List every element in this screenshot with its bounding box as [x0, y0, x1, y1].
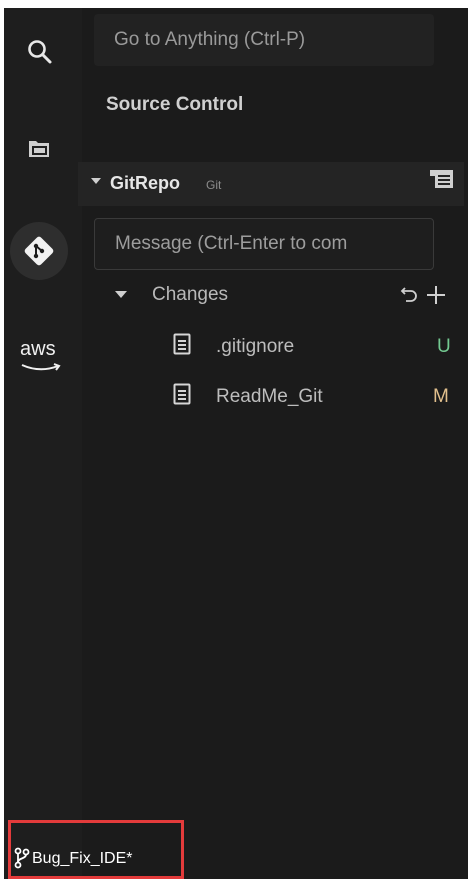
git-diamond-icon	[24, 236, 54, 266]
aws-icon[interactable]: aws	[20, 338, 64, 374]
collapse-caret-icon[interactable]	[90, 175, 102, 187]
changes-label[interactable]: Changes	[152, 284, 228, 306]
source-control-panel	[82, 8, 468, 879]
file-icon	[173, 333, 191, 355]
file-status-untracked: U	[437, 336, 451, 357]
file-status-modified: M	[433, 386, 449, 407]
changes-caret-icon[interactable]	[114, 288, 128, 300]
repo-tag: Git	[206, 178, 222, 192]
file-name[interactable]: ReadMe_Git	[216, 386, 323, 408]
file-name[interactable]: .gitignore	[216, 336, 294, 358]
branch-name[interactable]: Bug_Fix_IDE*	[32, 850, 133, 868]
repo-name: GitRepo	[110, 173, 180, 193]
stage-all-plus-icon[interactable]	[425, 284, 447, 306]
aws-label: aws	[20, 338, 56, 360]
panel-title: Source Control	[106, 94, 244, 115]
commit-message-input[interactable]: Message (Ctrl-Enter to com	[94, 218, 434, 270]
discard-changes-icon[interactable]	[398, 285, 420, 307]
explorer-folder-icon[interactable]	[24, 136, 54, 162]
source-control-tab[interactable]	[10, 222, 68, 280]
aws-smile-icon	[21, 363, 61, 371]
go-to-anything-input[interactable]: Go to Anything (Ctrl-P)	[94, 14, 434, 66]
repo-menu-icon[interactable]	[428, 168, 456, 190]
git-branch-icon[interactable]	[14, 847, 30, 869]
file-icon	[173, 383, 191, 405]
search-icon[interactable]	[24, 36, 56, 68]
ide-window	[4, 8, 468, 879]
